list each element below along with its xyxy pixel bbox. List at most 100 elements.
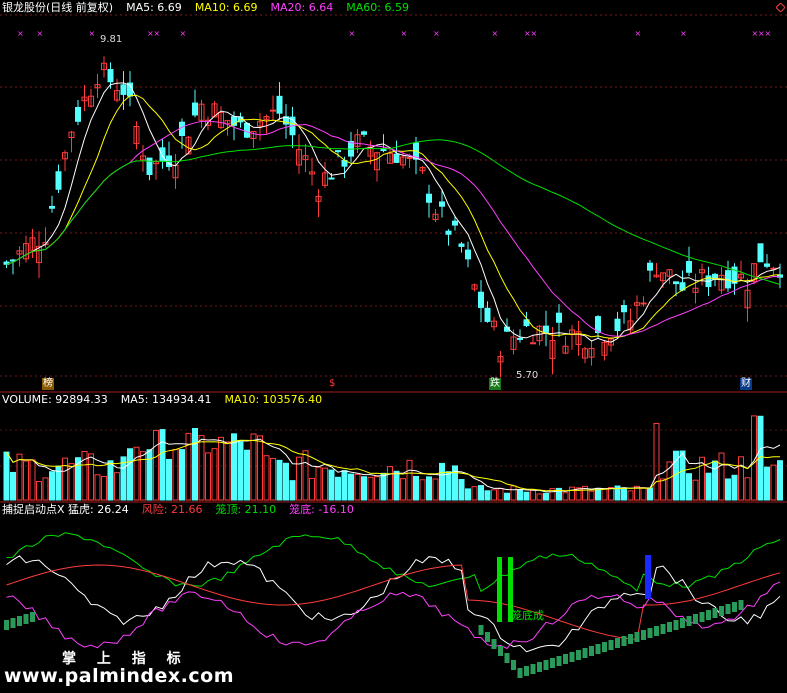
ma60-label: MA60: 6.59 <box>346 1 409 14</box>
volume-bar <box>36 481 42 501</box>
ma10-label: MA10: 6.69 <box>194 1 258 14</box>
candle-body <box>452 220 458 226</box>
candle-body <box>107 69 114 83</box>
volume-bar <box>361 476 367 501</box>
badge-die[interactable]: 跌 <box>489 378 501 390</box>
candle-body <box>640 302 647 305</box>
signal-marker: × <box>154 29 161 38</box>
staircase-block <box>537 662 542 672</box>
volume-bar <box>10 471 16 501</box>
staircase-block <box>628 634 633 644</box>
staircase-block <box>524 666 529 676</box>
volume-bar <box>419 479 426 501</box>
candle-body <box>276 95 283 114</box>
volume-bar <box>250 433 257 501</box>
signal-marker: × <box>89 29 96 38</box>
volume-bar <box>738 456 744 501</box>
grid-lines <box>0 14 787 503</box>
candle-body <box>75 106 81 122</box>
volume-bar <box>426 476 432 501</box>
longding-line <box>6 532 781 593</box>
volume-bar <box>289 480 296 501</box>
staircase-block <box>17 616 22 626</box>
volume-bar <box>159 429 166 501</box>
close-icon[interactable] <box>776 3 785 12</box>
volume-bar <box>640 487 647 501</box>
candle-body <box>192 102 198 116</box>
volume-bar <box>764 466 770 501</box>
volume-bar <box>777 460 783 501</box>
staircase-block <box>608 640 614 650</box>
volume-bar <box>231 433 237 501</box>
volume-bar <box>731 474 738 501</box>
candle-body <box>55 171 62 190</box>
indicator-header: 捕捉启动点X 猛虎: 26.24 风险: 21.66 笼顶: 21.10 笼底:… <box>2 503 354 517</box>
volume-bar <box>146 449 153 501</box>
volume-ma10-label: MA10: 103576.40 <box>224 393 323 406</box>
candle-body <box>328 177 335 180</box>
candle-body <box>270 109 276 112</box>
staircase-block <box>543 660 549 670</box>
longdi-label: 笼底: -16.10 <box>289 503 354 516</box>
candle-body <box>458 243 465 247</box>
signal-bar-blue <box>645 555 651 599</box>
volume-bar <box>224 441 231 501</box>
volume-bar <box>179 449 185 501</box>
volume-bar <box>335 476 341 501</box>
candle-body <box>361 131 367 135</box>
signal-marker: × <box>349 29 356 38</box>
staircase-block <box>589 646 594 656</box>
volume-bar <box>328 469 335 501</box>
volume-bar <box>16 453 23 501</box>
ma10-line <box>6 94 781 339</box>
volume-bar <box>692 479 699 501</box>
staircase-block <box>667 622 672 632</box>
volume-bar <box>166 458 172 501</box>
candle-body <box>757 243 764 263</box>
volume-bar <box>679 450 686 501</box>
volume-bar <box>653 422 660 501</box>
volume-bar <box>718 452 725 501</box>
badge-dollar[interactable]: $ <box>328 378 336 390</box>
volume-bar <box>725 478 731 501</box>
badge-bang[interactable]: 榜 <box>42 378 54 390</box>
staircase-block <box>602 642 607 652</box>
longdi-line <box>6 581 781 650</box>
volume-bar <box>413 475 419 501</box>
volume-bar <box>588 490 595 501</box>
candle-body <box>393 153 400 163</box>
volume-bar <box>621 487 627 501</box>
candle-body <box>406 156 413 159</box>
volume-bar <box>263 455 270 501</box>
staircase-block <box>4 620 9 630</box>
volume-bar <box>244 449 250 501</box>
volume-bar <box>686 473 692 501</box>
staircase-block <box>530 664 536 674</box>
ma20-label: MA20: 6.64 <box>270 1 334 14</box>
staircase-block <box>576 650 581 660</box>
volume-bar <box>504 492 510 501</box>
candle-body <box>146 157 153 176</box>
candle-body <box>614 318 621 332</box>
staircase-block <box>582 648 588 658</box>
volume-bar <box>432 478 439 501</box>
badge-cai[interactable]: 财 <box>740 378 752 390</box>
volume-bar <box>471 486 478 501</box>
volume-bar <box>315 466 322 501</box>
volume-bar <box>608 486 614 501</box>
staircase-block <box>712 608 718 618</box>
candle-body <box>49 205 55 209</box>
volume-bar <box>744 477 751 501</box>
volume-bar <box>23 460 29 501</box>
stock-chart[interactable]: × × × × × × × × × × × × × × × × × <box>0 0 787 693</box>
staircase-block <box>680 618 685 628</box>
staircase-block <box>10 618 16 628</box>
staircase-block <box>660 624 666 634</box>
staircase-block <box>491 639 497 649</box>
volume-bar <box>510 485 517 501</box>
volume-ma5-label: MA5: 134934.41 <box>120 393 212 406</box>
candle-body <box>647 262 653 271</box>
staircase-block <box>634 632 640 642</box>
candle-body <box>244 122 250 138</box>
indicator-annotation: 笼底成 <box>511 609 544 622</box>
